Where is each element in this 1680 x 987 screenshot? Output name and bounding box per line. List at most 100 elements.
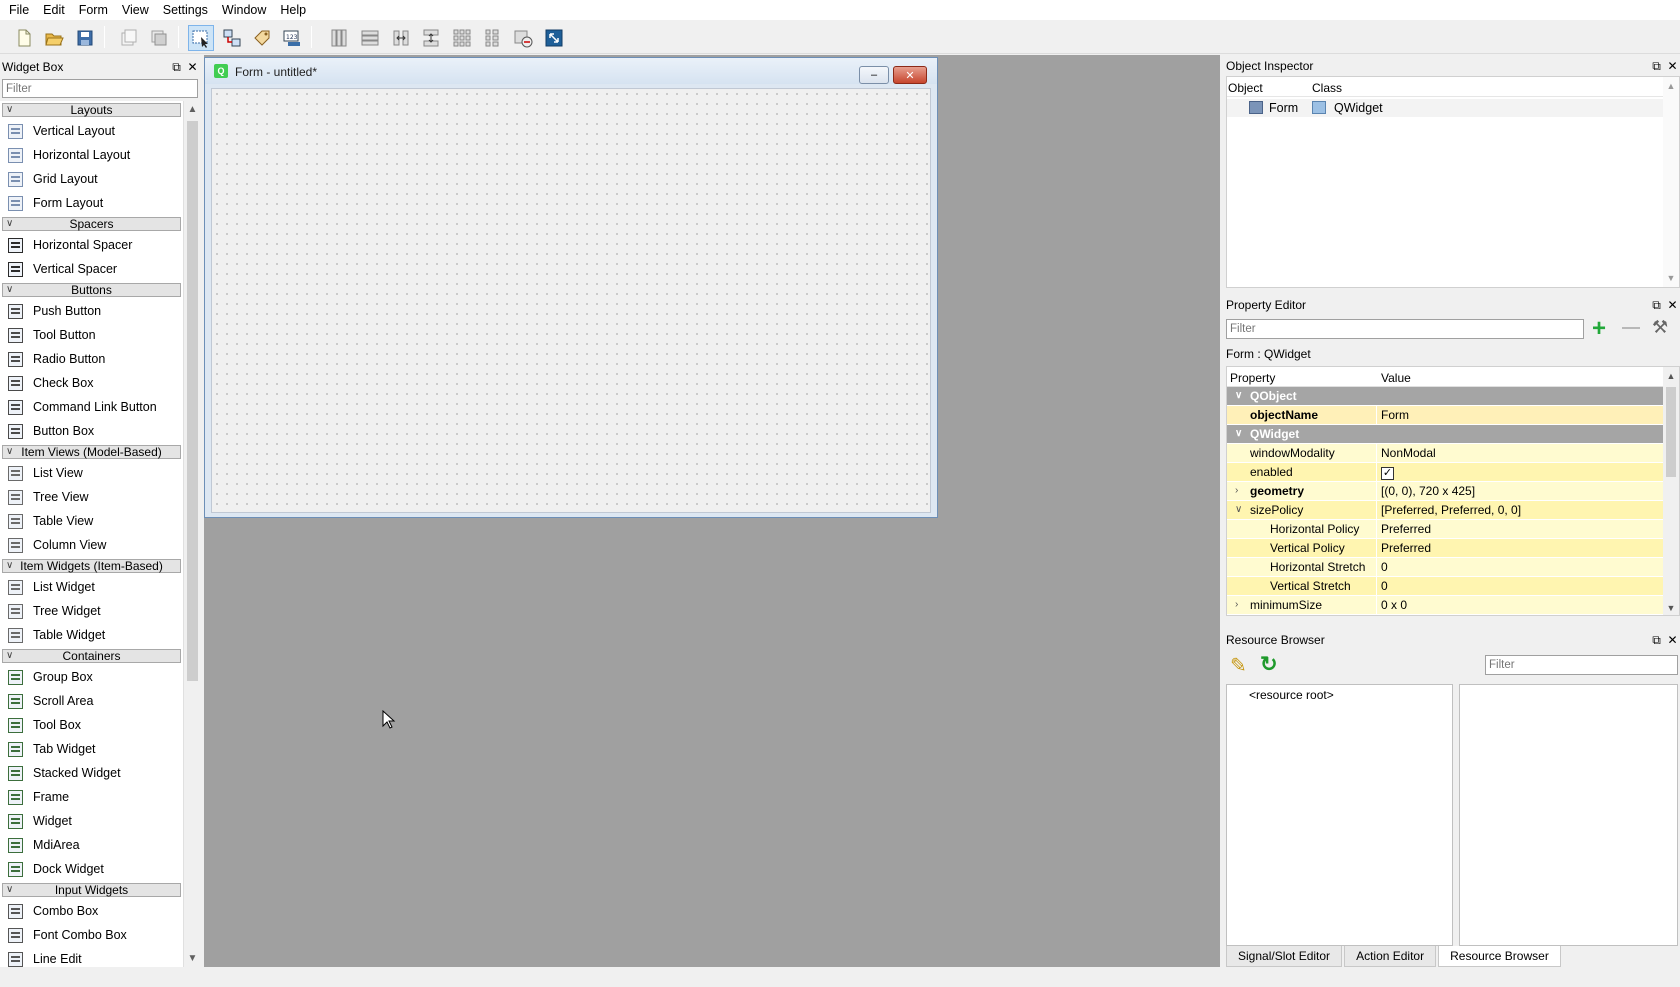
lay-out-form-icon[interactable] (479, 25, 505, 51)
collapse-icon[interactable]: ∨ (6, 446, 13, 458)
widget-item[interactable]: Scroll Area (0, 689, 183, 713)
lay-out-grid-icon[interactable] (449, 25, 475, 51)
menu-file[interactable]: File (2, 0, 36, 20)
close-icon[interactable]: ✕ (1667, 634, 1678, 646)
float-icon[interactable]: ⧉ (171, 61, 182, 73)
widget-item[interactable]: Tree Widget (0, 599, 183, 623)
col-object[interactable]: Object (1228, 81, 1263, 95)
property-row-geometry[interactable]: › geometry [(0, 0), 720 x 425] (1227, 482, 1679, 501)
scroll-up-icon[interactable]: ▲ (1663, 371, 1679, 381)
widget-item[interactable]: Command Link Button (0, 395, 183, 419)
widget-item[interactable]: Tree View (0, 485, 183, 509)
tab-resource-browser[interactable]: Resource Browser (1438, 946, 1561, 967)
collapse-icon[interactable]: ∨ (6, 884, 13, 896)
widget-item[interactable]: Button Box (0, 419, 183, 443)
property-group-qobject[interactable]: ∨ QObject (1227, 387, 1679, 406)
widget-item[interactable]: MdiArea (0, 833, 183, 857)
menu-window[interactable]: Window (215, 0, 273, 20)
break-layout-icon[interactable] (510, 25, 536, 51)
widget-item[interactable]: Horizontal Spacer (0, 233, 183, 257)
lay-out-vertically-icon[interactable] (357, 25, 383, 51)
form-window[interactable]: Q Form - untitled* – ✕ (204, 57, 938, 518)
splitter-horizontal-icon[interactable] (388, 25, 414, 51)
float-icon[interactable]: ⧉ (1651, 634, 1662, 646)
collapse-icon[interactable]: ∨ (6, 104, 13, 116)
resource-root-item[interactable]: <resource root> (1249, 688, 1334, 702)
save-icon[interactable] (72, 25, 98, 51)
widget-item[interactable]: Push Button (0, 299, 183, 323)
copy-icon[interactable] (116, 25, 142, 51)
widget-item[interactable]: Horizontal Layout (0, 143, 183, 167)
edit-buddies-icon[interactable] (249, 25, 275, 51)
col-class[interactable]: Class (1312, 81, 1342, 95)
widget-item[interactable]: Font Combo Box (0, 923, 183, 947)
adjust-size-icon[interactable] (541, 25, 567, 51)
close-icon[interactable]: ✕ (1667, 299, 1678, 311)
form-window-title-bar[interactable]: Q Form - untitled* – ✕ (205, 58, 937, 84)
menu-help[interactable]: Help (273, 0, 313, 20)
widget-item[interactable]: Line Edit (0, 947, 183, 967)
edit-widgets-icon[interactable] (188, 25, 214, 51)
widget-category[interactable]: ∨ Buttons (2, 283, 181, 297)
menu-edit[interactable]: Edit (36, 0, 72, 20)
widget-item[interactable]: Stacked Widget (0, 761, 183, 785)
widget-item[interactable]: Dock Widget (0, 857, 183, 881)
widget-item[interactable]: Tool Button (0, 323, 183, 347)
widget-item[interactable]: Vertical Spacer (0, 257, 183, 281)
widget-item[interactable]: Group Box (0, 665, 183, 689)
scroll-down-icon[interactable]: ▼ (1663, 603, 1679, 613)
close-icon[interactable]: ✕ (187, 61, 198, 73)
widget-item[interactable]: Table View (0, 509, 183, 533)
property-table-scrollbar[interactable]: ▲ ▼ (1663, 367, 1679, 615)
enabled-checkbox[interactable]: ✓ (1378, 463, 1679, 481)
widget-category[interactable]: ∨ Input Widgets (2, 883, 181, 897)
collapse-icon[interactable]: ∨ (6, 650, 13, 662)
widget-item[interactable]: Widget (0, 809, 183, 833)
menu-form[interactable]: Form (72, 0, 115, 20)
close-icon[interactable]: ✕ (1667, 60, 1678, 72)
property-row-sizepolicy[interactable]: ∨ sizePolicy [Preferred, Preferred, 0, 0] (1227, 501, 1679, 520)
widget-item[interactable]: Check Box (0, 371, 183, 395)
edit-signals-slots-icon[interactable] (219, 25, 245, 51)
scroll-down-icon[interactable]: ▼ (1663, 273, 1679, 283)
lay-out-horizontally-icon[interactable] (326, 25, 352, 51)
scroll-down-icon[interactable]: ▼ (184, 950, 201, 967)
col-value[interactable]: Value (1381, 371, 1411, 385)
remove-property-icon[interactable] (1622, 327, 1640, 329)
tab-action-editor[interactable]: Action Editor (1344, 946, 1437, 967)
widget-item[interactable]: Frame (0, 785, 183, 809)
widget-item[interactable]: Vertical Layout (0, 119, 183, 143)
property-filter-input[interactable] (1226, 319, 1584, 339)
float-icon[interactable]: ⧉ (1651, 60, 1662, 72)
widget-item[interactable]: Form Layout (0, 191, 183, 215)
widget-category[interactable]: ∨ Spacers (2, 217, 181, 231)
open-file-icon[interactable] (41, 25, 67, 51)
scroll-thumb[interactable] (187, 121, 198, 681)
collapse-icon[interactable]: ∨ (6, 560, 13, 572)
collapse-icon[interactable]: ∨ (6, 218, 13, 230)
scroll-up-icon[interactable]: ▲ (1663, 81, 1679, 91)
property-row-minimumsize[interactable]: › minimumSize 0 x 0 (1227, 596, 1679, 615)
collapse-icon[interactable]: ∨ (6, 284, 13, 296)
raise-icon[interactable] (146, 25, 172, 51)
property-row-windowmodality[interactable]: windowModality NonModal (1227, 444, 1679, 463)
col-property[interactable]: Property (1230, 371, 1275, 385)
splitter-vertical-icon[interactable] (418, 25, 444, 51)
scroll-up-icon[interactable]: ▲ (184, 101, 201, 118)
widget-item[interactable]: List Widget (0, 575, 183, 599)
widget-item[interactable]: Radio Button (0, 347, 183, 371)
add-property-icon[interactable]: + (1592, 317, 1606, 341)
property-row-vertical-stretch[interactable]: Vertical Stretch 0 (1227, 577, 1679, 596)
widget-item[interactable]: Grid Layout (0, 167, 183, 191)
new-file-icon[interactable] (11, 25, 37, 51)
resource-filter-input[interactable] (1485, 655, 1678, 675)
widget-item[interactable]: Column View (0, 533, 183, 557)
property-row-horizontal-stretch[interactable]: Horizontal Stretch 0 (1227, 558, 1679, 577)
menu-view[interactable]: View (115, 0, 156, 20)
configure-icon[interactable]: ⚒ (1652, 317, 1668, 338)
widget-category[interactable]: ∨ Item Views (Model-Based) (2, 445, 181, 459)
widget-item[interactable]: List View (0, 461, 183, 485)
widget-category[interactable]: ∨ Containers (2, 649, 181, 663)
widget-item[interactable]: Table Widget (0, 623, 183, 647)
menu-settings[interactable]: Settings (156, 0, 215, 20)
